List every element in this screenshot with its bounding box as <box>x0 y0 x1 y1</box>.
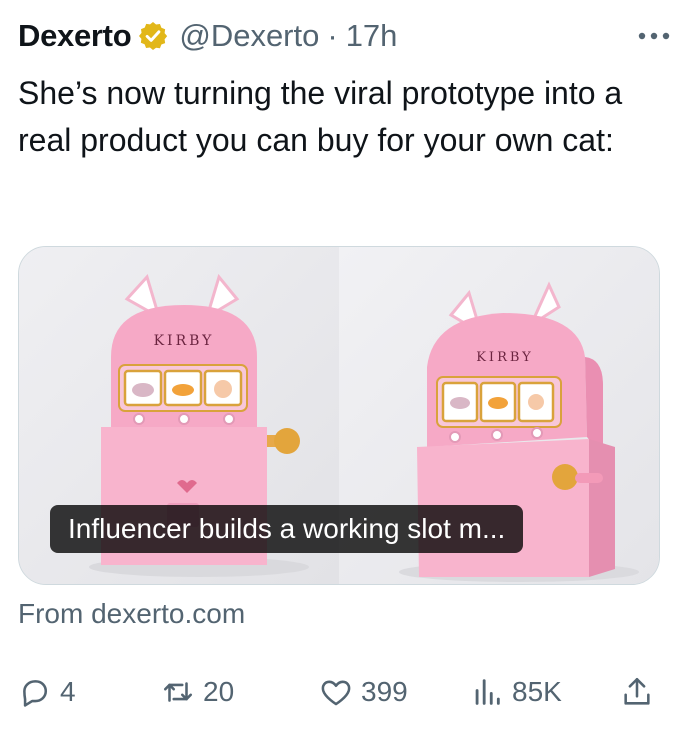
reply-count: 4 <box>60 676 76 707</box>
more-icon <box>638 32 670 40</box>
card-source[interactable]: From dexerto.com <box>18 598 245 630</box>
retweet-button[interactable]: 20 <box>161 668 234 716</box>
link-card[interactable]: KIRBY KIRBY Influencer builds a working … <box>18 246 660 585</box>
views-button[interactable]: 85K <box>470 668 562 716</box>
timestamp[interactable]: 17h <box>346 18 398 54</box>
author-handle[interactable]: @Dexerto <box>179 18 319 54</box>
retweet-icon <box>163 682 193 702</box>
svg-text:KIRBY: KIRBY <box>476 350 534 365</box>
card-title: Influencer builds a working slot m... <box>50 505 524 553</box>
machine-label: KIRBY <box>154 333 215 349</box>
share-button[interactable] <box>620 668 654 716</box>
reply-icon <box>23 680 48 707</box>
action-bar: 4 20 399 85K <box>18 668 660 716</box>
views-icon <box>475 679 500 705</box>
tweet-header: Dexerto @Dexerto · 17h <box>18 14 676 58</box>
verified-badge-icon[interactable] <box>137 20 169 52</box>
reply-button[interactable]: 4 <box>18 668 76 716</box>
retweet-count: 20 <box>203 676 235 707</box>
separator-dot: · <box>327 18 338 53</box>
tweet-text: She’s now turning the viral prototype in… <box>18 75 623 158</box>
more-button[interactable] <box>632 16 676 56</box>
like-count: 399 <box>361 676 408 707</box>
like-icon <box>321 680 351 706</box>
views-count: 85K <box>512 676 562 707</box>
author-name[interactable]: Dexerto <box>18 18 132 54</box>
share-icon <box>624 677 650 705</box>
like-button[interactable]: 399 <box>319 668 408 716</box>
